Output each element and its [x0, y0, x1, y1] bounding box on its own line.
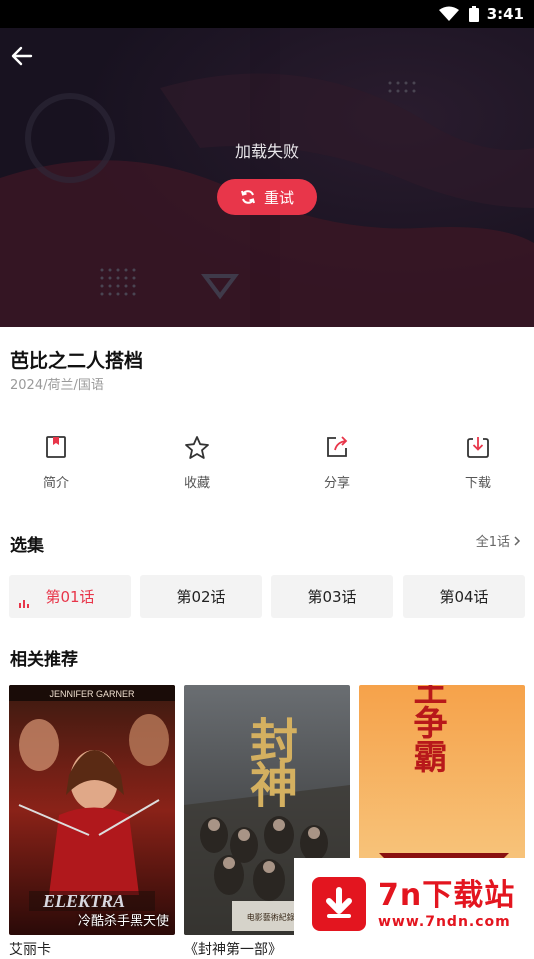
recommend-name: 艾丽卡 [9, 942, 51, 958]
episode-label: 第01话 [45, 588, 95, 606]
episode-item[interactable]: 第02话 [140, 575, 262, 618]
share-label: 分享 [323, 476, 350, 491]
share-icon [297, 434, 377, 464]
watermark-brand: 7n下载站 [378, 877, 516, 913]
poster-logo-text: ELEKTRA [42, 891, 125, 911]
video-title: 芭比之二人搭档 [10, 350, 144, 372]
poster-top-text: JENNIFER GARNER [49, 689, 135, 699]
favorite-button[interactable]: 收藏 [157, 434, 237, 491]
download-arrow-icon [312, 876, 366, 931]
poster-caption: 冷酷杀手黑天使 [77, 914, 169, 929]
episode-item[interactable]: 第04话 [403, 575, 525, 618]
site-watermark: 7n下载站 www.7ndn.com [294, 858, 534, 949]
watermark-url: www.7ndn.com [378, 913, 511, 930]
player-background [0, 28, 534, 327]
status-time: 3:41 [486, 5, 524, 23]
status-bar: 3:41 [0, 0, 534, 28]
poster-image: JENNIFER GARNER ELEKTRA 冷酷杀手黑天使 [9, 685, 175, 935]
intro-button[interactable]: 简介 [16, 434, 96, 491]
back-button[interactable] [8, 42, 36, 70]
episode-list: 第01话 第02话 第03话 第04话 [9, 575, 525, 618]
download-icon [438, 434, 518, 464]
download-button[interactable]: 下载 [438, 434, 518, 491]
episodes-title: 选集 [10, 536, 44, 556]
all-episodes-label: 全1话 [475, 535, 510, 550]
share-button[interactable]: 分享 [297, 434, 377, 491]
intro-icon [16, 434, 96, 464]
playing-indicator-icon [19, 594, 29, 612]
episode-item[interactable]: 第03话 [271, 575, 393, 618]
load-failed-text: 加载失败 [234, 142, 299, 161]
poster-logo-text: 神王争霸 [407, 685, 447, 773]
episode-item[interactable]: 第01话 [9, 575, 131, 618]
chevron-right-icon [514, 535, 521, 546]
poster-logo-text: 封神 [241, 716, 298, 808]
battery-icon [468, 6, 479, 22]
video-meta: 2024/荷兰/国语 [10, 378, 104, 393]
video-player[interactable]: 加载失败 重试 [0, 28, 534, 327]
recommend-title: 相关推荐 [10, 650, 78, 670]
recommend-item[interactable]: JENNIFER GARNER ELEKTRA 冷酷杀手黑天使 艾丽卡 [9, 685, 175, 959]
download-label: 下载 [464, 476, 491, 491]
retry-label: 重试 [263, 188, 294, 207]
star-icon [157, 434, 237, 464]
all-episodes-link[interactable]: 全1话 [476, 531, 524, 550]
action-bar: 简介 收藏 分享 下载 [0, 434, 534, 494]
episode-label: 第04话 [439, 588, 489, 606]
back-arrow-icon [11, 46, 33, 66]
wifi-icon [438, 6, 459, 22]
episode-label: 第02话 [176, 588, 226, 606]
intro-label: 简介 [42, 476, 69, 491]
favorite-label: 收藏 [183, 476, 210, 491]
retry-button[interactable]: 重试 [217, 179, 317, 215]
refresh-icon [241, 190, 255, 204]
episode-label: 第03话 [307, 588, 357, 606]
